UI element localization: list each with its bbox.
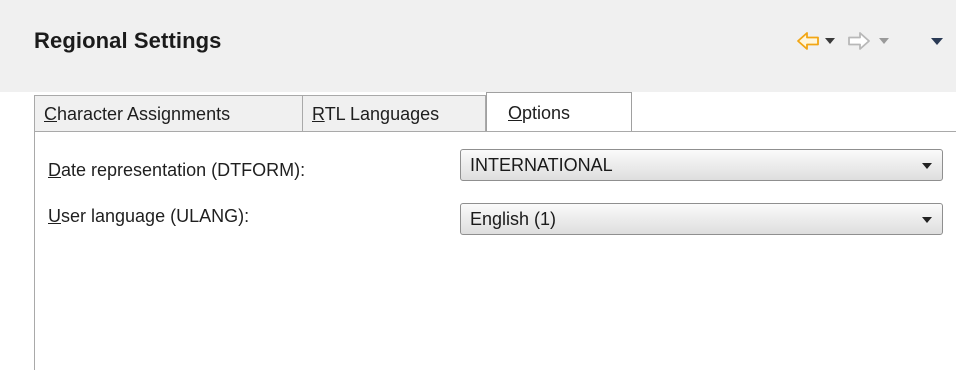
user-language-select[interactable]: English (1) bbox=[460, 203, 943, 235]
tab-label: haracter Assignments bbox=[57, 104, 231, 124]
tab-label: ptions bbox=[522, 103, 571, 123]
date-representation-select[interactable]: INTERNATIONAL bbox=[460, 149, 943, 181]
back-history-dropdown-icon[interactable] bbox=[821, 28, 839, 54]
chevron-down-icon bbox=[922, 163, 932, 169]
back-arrow-icon[interactable] bbox=[795, 28, 821, 54]
tab-rtl-languages[interactable]: RTL Languages bbox=[302, 95, 486, 132]
view-title: Regional Settings bbox=[34, 28, 222, 53]
chevron-down-icon bbox=[922, 217, 932, 223]
date-representation-label: Date representation (DTFORM): bbox=[48, 160, 305, 181]
tab-mnemonic: O bbox=[508, 103, 523, 123]
tab-options[interactable]: Options bbox=[486, 92, 632, 133]
view-menu-icon[interactable] bbox=[927, 28, 947, 54]
tab-character-assignments[interactable]: Character Assignments bbox=[34, 95, 303, 132]
forward-arrow-icon bbox=[846, 28, 872, 54]
select-value: English (1) bbox=[470, 209, 557, 229]
tab-mnemonic: R bbox=[312, 104, 325, 124]
tab-bar: Character Assignments RTL Languages Opti… bbox=[34, 92, 956, 133]
forward-history-dropdown-icon bbox=[875, 28, 893, 54]
user-language-label: User language (ULANG): bbox=[48, 206, 249, 227]
label-text: ser language (ULANG): bbox=[61, 206, 250, 226]
tab-label: TL Languages bbox=[324, 104, 440, 124]
tab-mnemonic: C bbox=[44, 104, 57, 124]
label-text: ate representation (DTFORM): bbox=[61, 160, 306, 180]
label-mnemonic: U bbox=[48, 206, 61, 226]
view-header: Regional Settings bbox=[0, 0, 956, 92]
select-value: INTERNATIONAL bbox=[470, 155, 613, 175]
label-mnemonic: D bbox=[48, 160, 61, 180]
